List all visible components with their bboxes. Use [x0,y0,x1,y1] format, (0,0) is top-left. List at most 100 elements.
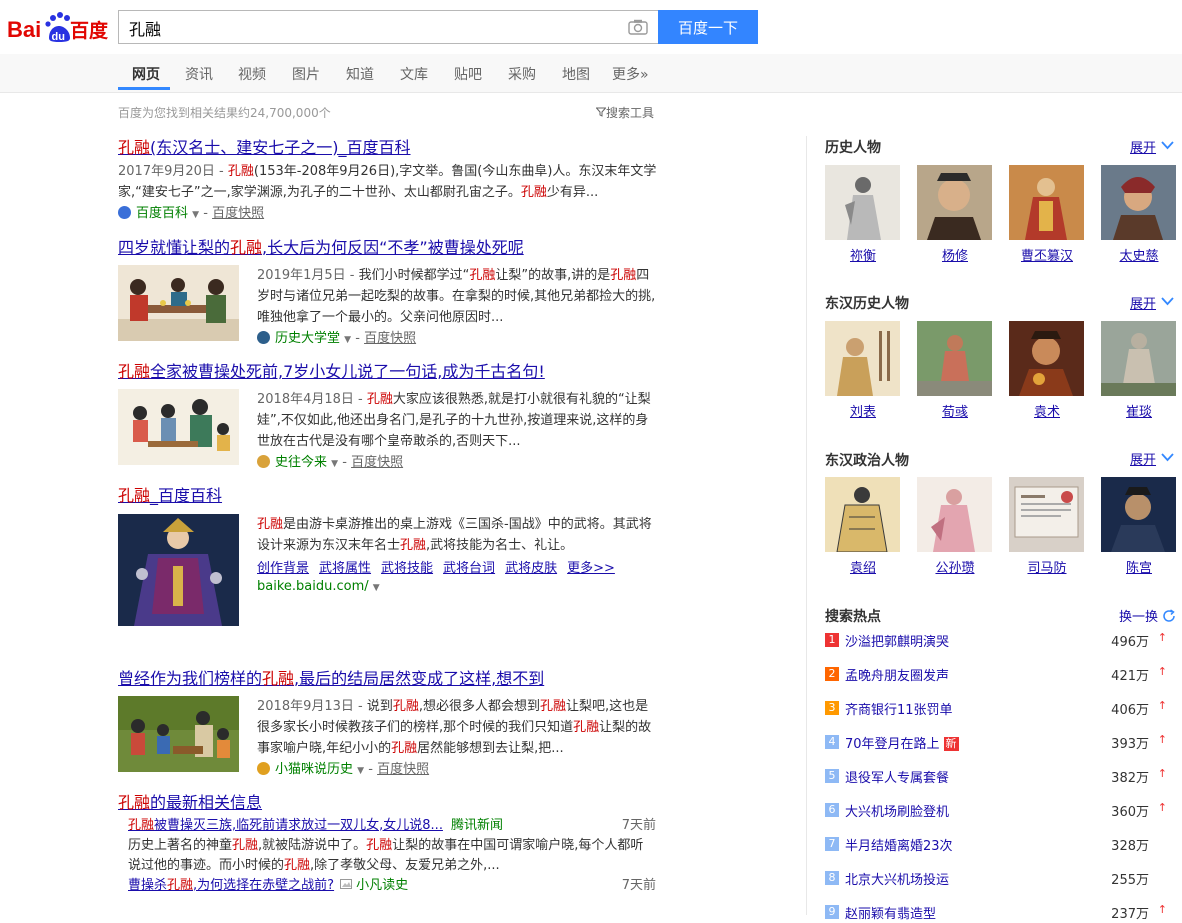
link-attributes[interactable]: 武将属性 [319,561,371,576]
search-tools[interactable]: 搜索工具 [595,104,654,121]
hot-search-item[interactable]: 2 孟晚舟朋友圈发声 421万 ↑ [825,665,1175,685]
hot-search-item[interactable]: 3 齐商银行11张罚单 406万 ↑ [825,699,1175,719]
source-link[interactable]: 历史大学堂 [275,331,340,346]
hot-search-title[interactable]: 北京大兴机场投运 [845,869,949,888]
result-title[interactable]: 曾经作为我们榜样的孔融,最后的结局居然变成了这样,想不到 [118,668,658,690]
expand-link[interactable]: 展开 [1130,293,1156,312]
active-tab-indicator [118,87,170,90]
hot-search-title[interactable]: 半月结婚离婚23次 [845,835,953,854]
result-title[interactable]: 孔融_百度百科 [118,485,658,507]
snapshot-link[interactable]: 百度快照 [364,331,416,346]
hot-search-item[interactable]: 7 半月结婚离婚23次 328万 [825,835,1175,855]
news-item: 孔融被曹操灭三族,临死前请求放过一双儿女,女儿说8... 腾讯新闻 7天前 [128,816,656,836]
result-abstract: 2019年1月5日 - 我们小时候都学过“孔融让梨”的故事,讲的是孔融四岁时与诸… [257,268,656,325]
snapshot-link[interactable]: 百度快照 [212,206,264,221]
tab-wenku[interactable]: 文库 [400,64,428,84]
expand-link[interactable]: 展开 [1130,449,1156,468]
person-card[interactable]: 荀彧 [917,321,993,420]
hot-search-item[interactable]: 4 70年登月在路上新 393万 ↑ [825,733,1175,753]
link-more[interactable]: 更多>> [567,561,615,576]
person-card[interactable]: 杨修 [917,165,993,264]
nav-bar: 网页 资讯 视频 图片 知道 文库 贴吧 采购 地图 更多» [0,54,1182,93]
person-card[interactable]: 司马防 [1009,477,1085,576]
refresh-link[interactable]: 换一换 [1119,606,1176,625]
person-card[interactable]: 刘表 [825,321,901,420]
url-link[interactable]: baike.baidu.com/ [257,579,369,594]
person-photo [1009,321,1084,396]
hot-search-title[interactable]: 大兴机场刷脸登机 [845,801,949,820]
person-card[interactable]: 袁术 [1009,321,1085,420]
result-item: 四岁就懂让梨的孔融,长大后为何反因“不孝”被曹操处死呢 2019年1月5日 - … [118,237,658,346]
person-photo [825,165,900,240]
person-card[interactable]: 崔琰 [1101,321,1177,420]
dropdown-arrow-icon[interactable]: ▼ [331,459,338,469]
person-card[interactable]: 公孙瓒 [917,477,993,576]
dropdown-arrow-icon[interactable]: ▼ [357,766,364,776]
tab-news[interactable]: 资讯 [185,64,213,84]
tab-images[interactable]: 图片 [292,64,320,84]
hot-search-title[interactable]: 沙溢把郭麒明演哭 [845,631,949,650]
person-photo [825,477,900,552]
hot-search-title[interactable]: 孟晚舟朋友圈发声 [845,665,949,684]
source-link[interactable]: 史往今来 [275,455,327,470]
new-badge: 新 [943,737,959,751]
person-photo [1009,165,1084,240]
hot-search-title[interactable]: 齐商银行11张罚单 [845,699,953,718]
person-card[interactable]: 陈宫 [1101,477,1177,576]
result-thumbnail[interactable] [118,696,239,772]
source-link[interactable]: 百度百科 [136,206,188,221]
camera-icon[interactable] [628,19,648,35]
tab-zhidao[interactable]: 知道 [346,64,374,84]
chevron-down-icon[interactable] [1161,451,1174,466]
result-thumbnail[interactable] [118,389,239,465]
person-photo [1101,165,1176,240]
hot-search-item[interactable]: 5 退役军人专属套餐 382万 ↑ [825,767,1175,787]
chevron-down-icon[interactable] [1161,295,1174,310]
hot-search-item[interactable]: 8 北京大兴机场投运 255万 [825,869,1175,889]
news-item-title[interactable]: 孔融被曹操灭三族,临死前请求放过一双儿女,女儿说8... [128,818,443,833]
tab-map[interactable]: 地图 [562,64,590,84]
news-source: 腾讯新闻 [450,818,503,833]
dropdown-arrow-icon[interactable]: ▼ [373,583,380,593]
hot-search-title[interactable]: 70年登月在路上新 [845,733,959,752]
snapshot-link[interactable]: 百度快照 [351,455,403,470]
link-skills[interactable]: 武将技能 [381,561,433,576]
snapshot-link[interactable]: 百度快照 [377,762,429,777]
hot-search-item[interactable]: 9 赵丽颖有翡造型 237万 ↑ [825,903,1175,923]
result-title[interactable]: 孔融(东汉名士、建安七子之一)_百度百科 [118,137,658,159]
hot-search-title[interactable]: 退役军人专属套餐 [845,767,949,786]
link-skins[interactable]: 武将皮肤 [505,561,557,576]
trend-up-icon: ↑ [1157,733,1167,746]
hot-search-title[interactable]: 赵丽颖有翡造型 [845,903,936,922]
expand-link[interactable]: 展开 [1130,137,1156,156]
person-card[interactable]: 太史慈 [1101,165,1177,264]
link-lines[interactable]: 武将台词 [443,561,495,576]
person-card[interactable]: 祢衡 [825,165,901,264]
chevron-down-icon[interactable] [1161,139,1174,154]
search-input[interactable] [127,12,601,44]
person-card[interactable]: 曹丕篡汉 [1009,165,1085,264]
tab-tieba[interactable]: 贴吧 [454,64,482,84]
baidu-logo[interactable]: Bai du 百度 [7,10,111,44]
news-title[interactable]: 孔融的最新相关信息 [118,792,658,814]
tab-caigou[interactable]: 采购 [508,64,536,84]
dropdown-arrow-icon[interactable]: ▼ [192,210,199,220]
hot-search-item[interactable]: 1 沙溢把郭麒明演哭 496万 ↑ [825,631,1175,651]
result-title[interactable]: 四岁就懂让梨的孔融,长大后为何反因“不孝”被曹操处死呢 [118,237,658,259]
hot-rank-badge: 1 [825,633,839,647]
hot-search-item[interactable]: 6 大兴机场刷脸登机 360万 ↑ [825,801,1175,821]
tab-web[interactable]: 网页 [132,64,160,84]
person-photo [825,321,900,396]
news-item-title[interactable]: 曹操杀孔融,为何选择在赤壁之战前? [128,878,334,893]
result-thumbnail[interactable] [118,265,239,341]
logo-bai: Bai [7,17,41,42]
result-thumbnail[interactable] [118,514,239,626]
search-button[interactable]: 百度一下 [658,10,758,44]
source-link[interactable]: 小猫咪说历史 [275,762,353,777]
tab-video[interactable]: 视频 [238,64,266,84]
dropdown-arrow-icon[interactable]: ▼ [344,335,351,345]
person-card[interactable]: 袁绍 [825,477,901,576]
tab-more[interactable]: 更多» [612,64,649,84]
result-title[interactable]: 孔融全家被曹操处死前,7岁小女儿说了一句话,成为千古名句! [118,361,658,383]
link-background[interactable]: 创作背景 [257,561,309,576]
